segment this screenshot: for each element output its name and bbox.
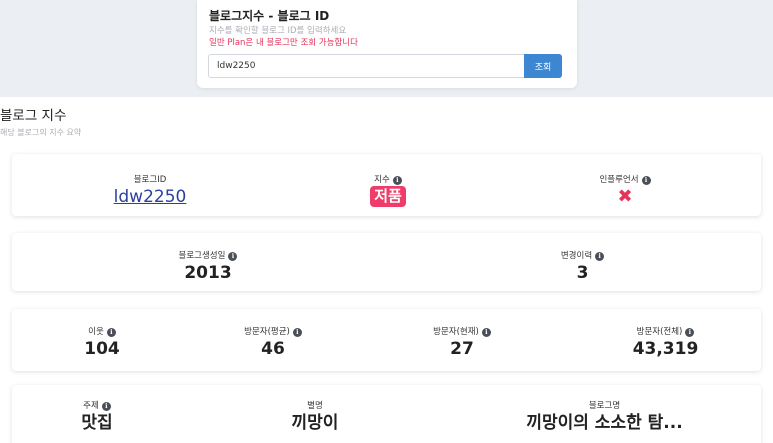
info-icon[interactable]: i bbox=[595, 251, 605, 261]
created-cell: 블로그생성일 i 2013 bbox=[12, 233, 404, 291]
info-icon[interactable]: i bbox=[292, 327, 302, 337]
neighbors-cell: 이웃 i 104 bbox=[12, 309, 192, 371]
index-label: 지수 bbox=[374, 175, 390, 185]
history-label-wrap: 변경이력 i bbox=[560, 250, 605, 262]
summary-card-identity: 블로그ID ldw2250 지수 i 저품 인플루언서 i ✖ bbox=[12, 154, 761, 216]
influencer-cell: 인플루언서 i ✖ bbox=[488, 154, 762, 216]
visitors-avg-value: 46 bbox=[261, 339, 285, 359]
visitors-now-cell: 방문자(현재) i 27 bbox=[354, 309, 570, 371]
info-icon[interactable]: i bbox=[481, 327, 491, 337]
info-icon[interactable]: i bbox=[392, 175, 402, 185]
search-title: 블로그지수 - 블로그 ID bbox=[209, 9, 330, 23]
summary-card-profile: 주제 i 맛집 별명 끼망이 블로그명 끼망이의 소소한 탐... bbox=[12, 385, 761, 443]
visitors-total-value: 43,319 bbox=[632, 339, 699, 359]
blogname-value: 끼망이의 소소한 탐... bbox=[526, 413, 683, 433]
blog-id-cell: 블로그ID ldw2250 bbox=[12, 154, 288, 216]
created-value: 2013 bbox=[184, 263, 232, 283]
visitors-avg-cell: 방문자(평균) i 46 bbox=[192, 309, 354, 371]
nickname-cell: 별명 끼망이 bbox=[182, 385, 448, 443]
topic-cell: 주제 i 맛집 bbox=[12, 385, 182, 443]
visitors-now-label-wrap: 방문자(현재) i bbox=[433, 326, 491, 338]
section-title: 블로그 지수 bbox=[0, 108, 67, 124]
topic-label-wrap: 주제 i bbox=[83, 400, 111, 412]
history-label: 변경이력 bbox=[560, 251, 593, 261]
info-icon[interactable]: i bbox=[106, 327, 116, 337]
history-value: 3 bbox=[576, 263, 589, 283]
blog-index-panel: 블로그 지수 해당 블로그의 지수 요약 블로그ID ldw2250 지수 i … bbox=[0, 97, 773, 443]
influencer-label: 인플루언서 bbox=[599, 175, 639, 185]
visitors-avg-label-wrap: 방문자(평균) i bbox=[244, 326, 302, 338]
history-cell: 변경이력 i 3 bbox=[404, 233, 761, 291]
visitors-now-value: 27 bbox=[450, 339, 474, 359]
neighbors-value: 104 bbox=[84, 339, 120, 359]
blog-id-link[interactable]: ldw2250 bbox=[114, 187, 187, 207]
summary-card-visitors: 이웃 i 104 방문자(평균) i 46 방문자(현재) i 27 방문자(전… bbox=[12, 309, 761, 371]
info-icon[interactable]: i bbox=[685, 327, 695, 337]
neighbors-label: 이웃 bbox=[88, 327, 104, 337]
blogname-label: 블로그명 bbox=[588, 401, 621, 411]
index-badge: 저품 bbox=[370, 186, 406, 207]
index-label-wrap: 지수 i bbox=[374, 174, 402, 186]
summary-card-history: 블로그생성일 i 2013 변경이력 i 3 bbox=[12, 233, 761, 291]
search-hint: 지수를 확인할 블로그 ID를 입력하세요 bbox=[209, 26, 347, 36]
search-row: 조회 bbox=[208, 54, 562, 78]
index-cell: 지수 i 저품 bbox=[288, 154, 488, 216]
visitors-avg-label: 방문자(평균) bbox=[244, 327, 290, 337]
visitors-total-label-wrap: 방문자(전체) i bbox=[637, 326, 695, 338]
neighbors-label-wrap: 이웃 i bbox=[88, 326, 116, 338]
blog-id-input[interactable] bbox=[208, 54, 524, 78]
info-icon[interactable]: i bbox=[228, 251, 238, 261]
section-subtitle: 해당 블로그의 지수 요약 bbox=[0, 128, 82, 137]
plan-warning: 일반 Plan은 내 블로그만 조회 가능합니다 bbox=[209, 38, 358, 48]
blogname-cell: 블로그명 끼망이의 소소한 탐... bbox=[448, 385, 761, 443]
created-label: 블로그생성일 bbox=[178, 251, 226, 261]
visitors-now-label: 방문자(현재) bbox=[433, 327, 479, 337]
search-button[interactable]: 조회 bbox=[524, 54, 562, 78]
topic-value: 맛집 bbox=[81, 413, 113, 433]
influencer-label-wrap: 인플루언서 i bbox=[599, 174, 651, 186]
nickname-value: 끼망이 bbox=[291, 413, 339, 433]
nickname-label: 별명 bbox=[307, 401, 323, 411]
blog-search-card: 블로그지수 - 블로그 ID 지수를 확인할 블로그 ID를 입력하세요 일반 … bbox=[197, 0, 577, 88]
visitors-total-cell: 방문자(전체) i 43,319 bbox=[570, 309, 761, 371]
visitors-total-label: 방문자(전체) bbox=[636, 327, 683, 337]
blog-id-label: 블로그ID bbox=[133, 175, 167, 185]
topic-label: 주제 bbox=[83, 401, 99, 411]
info-icon[interactable]: i bbox=[641, 175, 651, 185]
cross-icon: ✖ bbox=[617, 186, 633, 207]
info-icon[interactable]: i bbox=[101, 401, 111, 411]
created-label-wrap: 블로그생성일 i bbox=[179, 250, 238, 262]
